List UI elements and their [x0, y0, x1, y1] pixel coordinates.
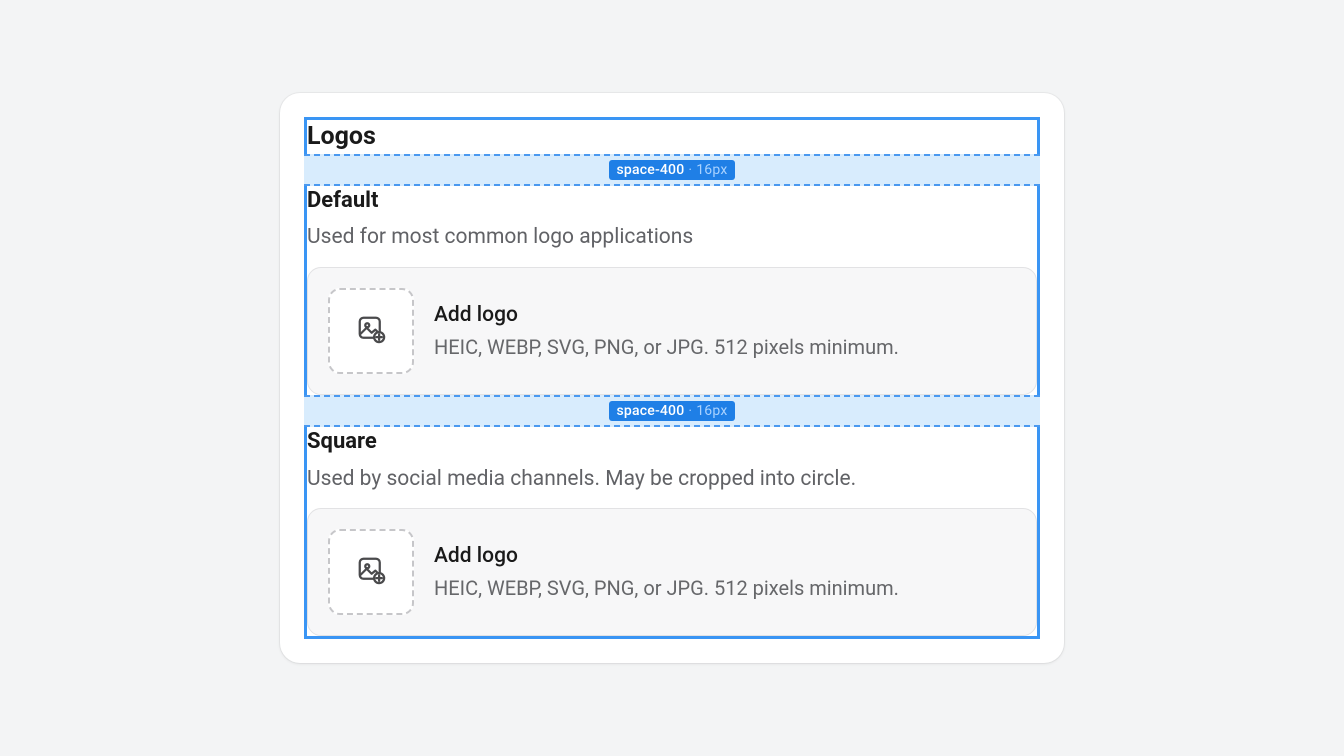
spacing-separator: · [688, 162, 692, 178]
default-dropzone-text: Add logo HEIC, WEBP, SVG, PNG, or JPG. 5… [434, 300, 899, 362]
spacing-indicator: space-400 · 16px [304, 395, 1040, 427]
default-logo-thumbnail[interactable] [328, 288, 414, 374]
spacing-indicator: space-400 · 16px [304, 154, 1040, 186]
default-drop-label: Add logo [434, 300, 899, 330]
spacing-value: 16px [696, 162, 727, 178]
spacing-chip: space-400 · 16px [609, 160, 736, 180]
spacing-chip: space-400 · 16px [609, 401, 736, 421]
spacing-separator: · [688, 403, 692, 419]
default-drop-hint: HEIC, WEBP, SVG, PNG, or JPG. 512 pixels… [434, 332, 899, 362]
image-add-icon [356, 555, 386, 589]
square-logo-dropzone[interactable]: Add logo HEIC, WEBP, SVG, PNG, or JPG. 5… [307, 508, 1037, 636]
section-square: Square Used by social media channels. Ma… [307, 427, 1037, 636]
section-default: Default Used for most common logo applic… [307, 186, 1037, 395]
square-drop-hint: HEIC, WEBP, SVG, PNG, or JPG. 512 pixels… [434, 573, 899, 603]
square-title: Square [307, 427, 1037, 457]
spacing-token: space-400 [617, 162, 685, 178]
default-logo-dropzone[interactable]: Add logo HEIC, WEBP, SVG, PNG, or JPG. 5… [307, 267, 1037, 395]
square-logo-thumbnail[interactable] [328, 529, 414, 615]
square-drop-label: Add logo [434, 541, 899, 571]
image-add-icon [356, 314, 386, 348]
default-title: Default [307, 186, 1037, 216]
spacing-token: space-400 [617, 403, 685, 419]
logos-card: Logos space-400 · 16px Default Used for … [280, 93, 1064, 663]
default-description: Used for most common logo applications [307, 223, 1037, 252]
spacing-value: 16px [696, 403, 727, 419]
square-dropzone-text: Add logo HEIC, WEBP, SVG, PNG, or JPG. 5… [434, 541, 899, 603]
square-description: Used by social media channels. May be cr… [307, 465, 1037, 494]
logos-heading: Logos [307, 120, 1037, 154]
spacing-inspection-outline: Logos space-400 · 16px Default Used for … [304, 117, 1040, 639]
